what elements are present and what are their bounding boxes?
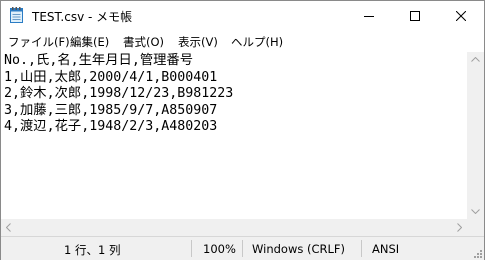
close-icon	[456, 11, 466, 21]
status-divider	[242, 240, 243, 257]
text-editor[interactable]: No.,氏,名,生年月日,管理番号 1,山田,太郎,2000/4/1,B0004…	[1, 52, 467, 219]
menu-help[interactable]: ヘルプ(H)	[231, 34, 283, 50]
scroll-down-arrow-icon[interactable]	[471, 209, 480, 214]
title-bar[interactable]: TEST.csv - メモ帳	[1, 1, 484, 31]
menu-view[interactable]: 表示(V)	[178, 34, 218, 50]
scrollbar-corner	[467, 219, 484, 236]
close-button[interactable]	[438, 1, 484, 31]
menu-edit[interactable]: 編集(E)	[70, 34, 109, 50]
minimize-button[interactable]	[346, 1, 392, 31]
menu-format[interactable]: 書式(O)	[123, 34, 164, 50]
vertical-scrollbar[interactable]	[467, 52, 484, 219]
scroll-left-arrow-icon[interactable]	[6, 223, 11, 232]
status-divider	[191, 240, 192, 257]
status-divider	[361, 240, 362, 257]
window-title: TEST.csv - メモ帳	[32, 10, 133, 24]
encoding: ANSI	[372, 242, 400, 256]
notepad-icon[interactable]	[10, 7, 23, 23]
menu-file[interactable]: ファイル(F)	[8, 34, 70, 50]
menu-bar: ファイル(F) 編集(E) 書式(O) 表示(V) ヘルプ(H)	[1, 31, 484, 52]
zoom-level: 100%	[203, 242, 236, 256]
scroll-right-arrow-icon[interactable]	[457, 223, 462, 232]
editor-content[interactable]: No.,氏,名,生年月日,管理番号 1,山田,太郎,2000/4/1,B0004…	[4, 53, 233, 136]
cursor-position: 1 行、1 列	[64, 243, 121, 257]
line-ending: Windows (CRLF)	[252, 242, 346, 256]
maximize-icon	[410, 11, 420, 21]
scroll-up-arrow-icon[interactable]	[471, 57, 480, 62]
horizontal-scrollbar[interactable]	[1, 219, 467, 236]
notepad-window: TEST.csv - メモ帳 ファイル(F) 編集(E) 書式(O) 表示(V)…	[0, 0, 485, 260]
minimize-icon	[364, 16, 374, 17]
resize-grip-icon[interactable]	[472, 248, 482, 258]
status-bar: 1 行、1 列 100% Windows (CRLF) ANSI	[1, 236, 484, 260]
maximize-button[interactable]	[392, 1, 438, 31]
